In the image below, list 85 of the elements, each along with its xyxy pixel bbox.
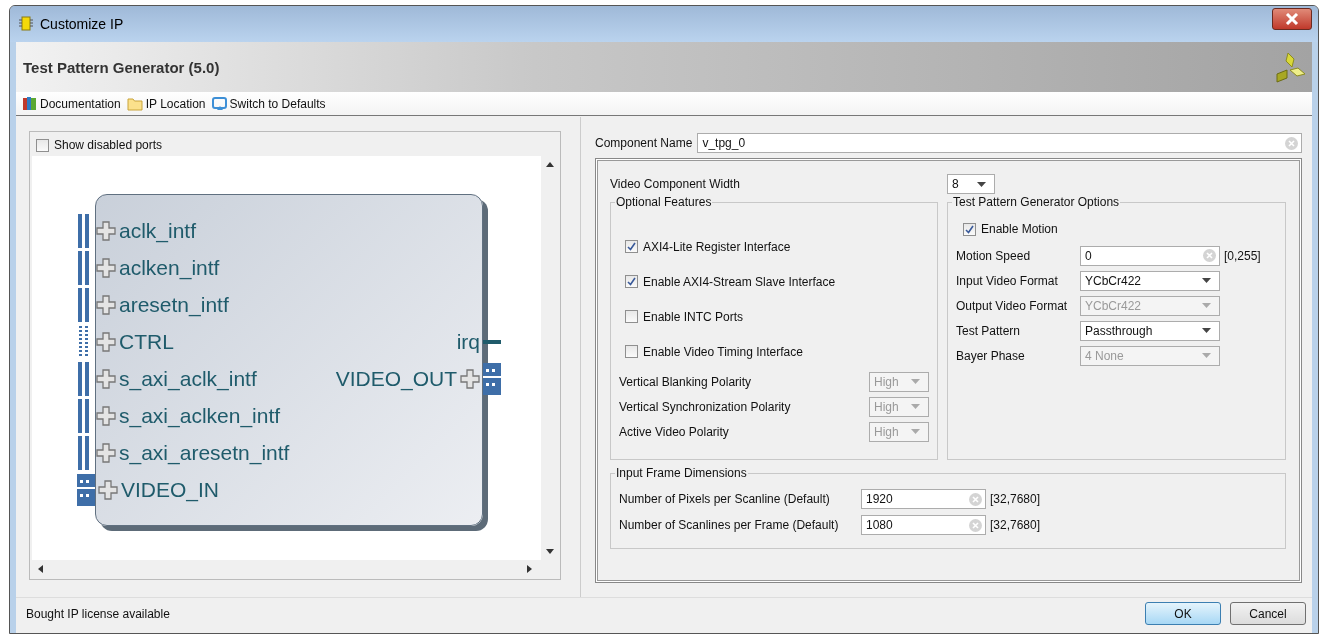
- toolbar-link[interactable]: Switch to Defaults: [211, 96, 326, 111]
- plus-icon[interactable]: [96, 294, 116, 315]
- dropdown[interactable]: YCbCr422: [1080, 270, 1220, 291]
- input-field[interactable]: 1920: [861, 489, 986, 509]
- field-label: Bayer Phase: [956, 348, 1026, 363]
- port-name: VIDEO_IN: [121, 477, 220, 502]
- scroll-left-icon[interactable]: [38, 564, 43, 573]
- port-stream-icon: [483, 362, 501, 395]
- field-label: Motion Speed: [956, 248, 1032, 263]
- dropdown-caret-icon: [911, 404, 920, 409]
- checkbox[interactable]: [625, 240, 638, 253]
- books-icon: [22, 96, 37, 111]
- range-hint: [32,7680]: [990, 492, 1041, 506]
- checkbox-label: Enable INTC Ports: [643, 309, 744, 324]
- checkbox-label: Enable Motion: [981, 222, 1058, 236]
- field-label: Number of Scanlines per Frame (Default): [619, 518, 840, 532]
- chip-icon: [18, 16, 34, 32]
- checkbox-label: Enable AXI4-Stream Slave Interface: [643, 274, 836, 289]
- port-name: s_axi_aresetn_intf: [119, 440, 290, 465]
- scroll-up-icon[interactable]: [545, 162, 554, 167]
- logo-icon: [1274, 51, 1306, 83]
- checkbox[interactable]: [36, 138, 49, 152]
- port-name: s_axi_aclken_intf: [119, 403, 281, 428]
- dropdown-caret-icon: [911, 379, 920, 384]
- port-wire-icon: [483, 339, 501, 344]
- close-icon: [1285, 13, 1299, 25]
- field-label: Input Video Format: [956, 273, 1059, 288]
- field-label: Video Component Width: [610, 177, 741, 191]
- checkbox[interactable]: [625, 310, 638, 323]
- group-title: Test Pattern Generator Options: [952, 195, 1121, 209]
- checkbox-label: AXI4-Lite Register Interface: [643, 239, 791, 254]
- checkbox[interactable]: [963, 222, 976, 236]
- close-button[interactable]: [1272, 8, 1312, 30]
- plus-icon[interactable]: [98, 479, 118, 500]
- range-hint: [32,7680]: [990, 518, 1041, 532]
- scroll-down-icon[interactable]: [545, 549, 554, 554]
- dropdown[interactable]: 8: [947, 174, 995, 194]
- dropdown-caret-icon: [1202, 328, 1211, 333]
- toolbar-link[interactable]: Documentation: [22, 96, 121, 111]
- ip-title: Test Pattern Generator (5.0): [23, 58, 220, 76]
- field-label: Vertical Blanking Polarity: [619, 374, 752, 389]
- plus-icon[interactable]: [96, 220, 116, 241]
- plus-icon[interactable]: [96, 257, 116, 278]
- dropdown[interactable]: Passthrough: [1080, 320, 1220, 341]
- field-label: Number of Pixels per Scanline (Default): [619, 492, 831, 506]
- window-title: Customize IP: [40, 16, 125, 32]
- field-label: Output Video Format: [956, 298, 1069, 313]
- port-name: CTRL: [119, 329, 174, 354]
- port-name: aclk_intf: [119, 218, 197, 243]
- field-label: Vertical Synchronization Polarity: [619, 399, 791, 414]
- dropdown-caret-icon: [1202, 353, 1211, 358]
- field-label: Test Pattern: [956, 323, 1022, 338]
- folder-icon: [126, 96, 143, 111]
- dropdown-caret-icon: [977, 181, 986, 187]
- component-name-field[interactable]: v_tpg_0: [697, 133, 1302, 153]
- dialog-button[interactable]: OK: [1145, 602, 1221, 625]
- port-stream-icon: [77, 473, 95, 506]
- plus-icon[interactable]: [96, 442, 116, 463]
- status-text: Bought IP license available: [26, 606, 170, 621]
- port-name: VIDEO_OUT: [335, 366, 457, 391]
- range-hint: [0,255]: [1224, 248, 1261, 263]
- field-label: Active Video Polarity: [619, 424, 729, 439]
- group-title: Optional Features: [615, 195, 713, 209]
- group-title: Input Frame Dimensions: [615, 466, 748, 480]
- dialog-button[interactable]: Cancel: [1230, 602, 1306, 625]
- port-name: aresetn_intf: [119, 292, 229, 317]
- port-name: aclken_intf: [119, 255, 220, 280]
- dropdown-caret-icon: [911, 429, 920, 434]
- checkbox[interactable]: [625, 345, 638, 358]
- plus-icon[interactable]: [96, 331, 116, 352]
- dropdown-caret-icon: [1202, 303, 1211, 308]
- checkbox-label: Show disabled ports: [54, 138, 163, 152]
- port-name: s_axi_aclk_intf: [119, 366, 257, 391]
- dropdown-caret-icon: [1202, 278, 1211, 283]
- field-label: Component Name: [595, 136, 693, 150]
- port-name: irq: [456, 329, 480, 354]
- plus-icon[interactable]: [96, 405, 116, 426]
- input-field[interactable]: 0: [1080, 245, 1220, 266]
- scroll-right-icon[interactable]: [527, 564, 532, 573]
- checkbox-label: Enable Video Timing Interface: [643, 344, 803, 359]
- plus-icon[interactable]: [460, 368, 480, 389]
- plus-icon[interactable]: [96, 368, 116, 389]
- toolbar-link[interactable]: IP Location: [126, 96, 206, 111]
- input-field[interactable]: 1080: [861, 515, 986, 535]
- checkbox[interactable]: [625, 275, 638, 288]
